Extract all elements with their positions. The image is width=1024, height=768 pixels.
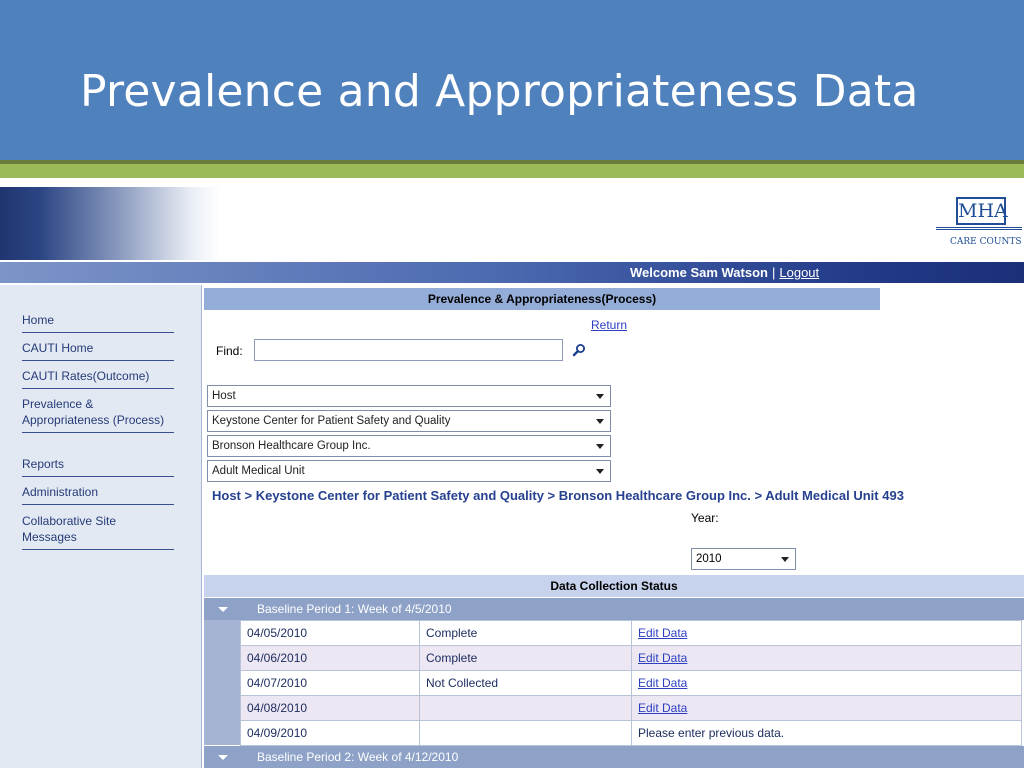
hospital-select[interactable]: Bronson Healthcare Group Inc. (207, 435, 611, 457)
breadcrumb: Host > Keystone Center for Patient Safet… (212, 488, 904, 503)
chevron-down-icon (781, 557, 789, 562)
action-cell: Please enter previous data. (631, 720, 1022, 746)
welcome-separator: | (771, 265, 776, 280)
period-1-header[interactable]: Baseline Period 1: Week of 4/5/2010 (204, 598, 1024, 620)
logout-link[interactable]: Logout (779, 265, 819, 280)
table-row: 04/09/2010 Please enter previous data. (240, 720, 1022, 746)
period-2-header[interactable]: Baseline Period 2: Week of 4/12/2010 (204, 746, 1024, 768)
chevron-down-icon (596, 469, 604, 474)
center-select-value: Keystone Center for Patient Safety and Q… (212, 415, 451, 427)
chevron-down-icon (596, 444, 604, 449)
welcome-user: Welcome Sam Watson (630, 265, 768, 280)
edit-data-link[interactable]: Edit Data (638, 651, 687, 665)
unit-select-value: Adult Medical Unit (212, 465, 305, 477)
return-link[interactable]: Return (591, 318, 627, 332)
hospital-select-value: Bronson Healthcare Group Inc. (212, 440, 371, 452)
sidebar-item-collab-messages[interactable]: Collaborative Site Messages (22, 513, 174, 550)
data-collection-status-header: Data Collection Status (204, 575, 1024, 597)
status-cell: Not Collected (419, 670, 632, 696)
table-row: 04/06/2010 Complete Edit Data (240, 645, 1022, 671)
date-cell: 04/09/2010 (240, 720, 420, 746)
center-select[interactable]: Keystone Center for Patient Safety and Q… (207, 410, 611, 432)
search-icon[interactable] (571, 342, 587, 358)
table-row: 04/07/2010 Not Collected Edit Data (240, 670, 1022, 696)
table-gutter (204, 620, 240, 745)
action-cell: Edit Data (631, 670, 1022, 696)
date-cell: 04/06/2010 (240, 645, 420, 671)
sidebar-item-home[interactable]: Home (22, 312, 174, 333)
collapse-icon (218, 755, 228, 760)
date-cell: 04/07/2010 (240, 670, 420, 696)
mha-logo: MHA CARE COUNTS (932, 197, 1024, 253)
welcome-text: Welcome Sam Watson | Logout (630, 265, 819, 280)
status-cell (419, 695, 632, 721)
slide-title: Prevalence and Appropriateness Data (80, 66, 919, 117)
app-banner: MHA CARE COUNTS (0, 187, 1024, 260)
status-cell: Complete (419, 620, 632, 646)
action-cell: Edit Data (631, 645, 1022, 671)
sidebar-item-prevalence[interactable]: Prevalence & Appropriateness (Process) (22, 396, 174, 433)
chevron-down-icon (596, 394, 604, 399)
mha-logo-mark: MHA (956, 197, 1008, 225)
sidebar: Home CAUTI Home CAUTI Rates(Outcome) Pre… (0, 285, 202, 768)
action-cell: Edit Data (631, 620, 1022, 646)
sidebar-item-cauti-home[interactable]: CAUTI Home (22, 340, 174, 361)
sidebar-item-cauti-rates[interactable]: CAUTI Rates(Outcome) (22, 368, 174, 389)
collapse-icon (218, 607, 228, 612)
mha-logo-tagline: CARE COUNTS (950, 237, 1022, 247)
action-cell: Edit Data (631, 695, 1022, 721)
welcome-bar: Welcome Sam Watson | Logout (0, 262, 1024, 283)
table-row: 04/05/2010 Complete Edit Data (240, 620, 1022, 646)
host-select-value: Host (212, 390, 236, 402)
edit-data-link[interactable]: Edit Data (638, 701, 687, 715)
sidebar-item-administration[interactable]: Administration (22, 484, 174, 505)
find-input[interactable] (254, 339, 563, 361)
status-cell: Complete (419, 645, 632, 671)
period-2-label: Baseline Period 2: Week of 4/12/2010 (257, 750, 459, 764)
year-select[interactable]: 2010 (691, 548, 796, 570)
page-title: Prevalence & Appropriateness(Process) (204, 288, 880, 310)
main-content: Prevalence & Appropriateness(Process) Re… (204, 285, 1024, 768)
period-1-label: Baseline Period 1: Week of 4/5/2010 (257, 602, 452, 616)
sidebar-item-reports[interactable]: Reports (22, 456, 174, 477)
year-label: Year: (691, 511, 719, 525)
status-cell (419, 720, 632, 746)
table-row: 04/08/2010 Edit Data (240, 695, 1022, 721)
unit-select[interactable]: Adult Medical Unit (207, 460, 611, 482)
year-select-value: 2010 (696, 553, 722, 565)
mha-logo-rule (936, 227, 1022, 230)
host-select[interactable]: Host (207, 385, 611, 407)
slide-header: Prevalence and Appropriateness Data (0, 0, 1024, 160)
edit-data-link[interactable]: Edit Data (638, 626, 687, 640)
find-label: Find: (216, 344, 243, 358)
data-table: 04/05/2010 Complete Edit Data 04/06/2010… (240, 620, 1022, 746)
edit-data-link[interactable]: Edit Data (638, 676, 687, 690)
date-cell: 04/05/2010 (240, 620, 420, 646)
chevron-down-icon (596, 419, 604, 424)
accent-divider-green (0, 164, 1024, 178)
date-cell: 04/08/2010 (240, 695, 420, 721)
